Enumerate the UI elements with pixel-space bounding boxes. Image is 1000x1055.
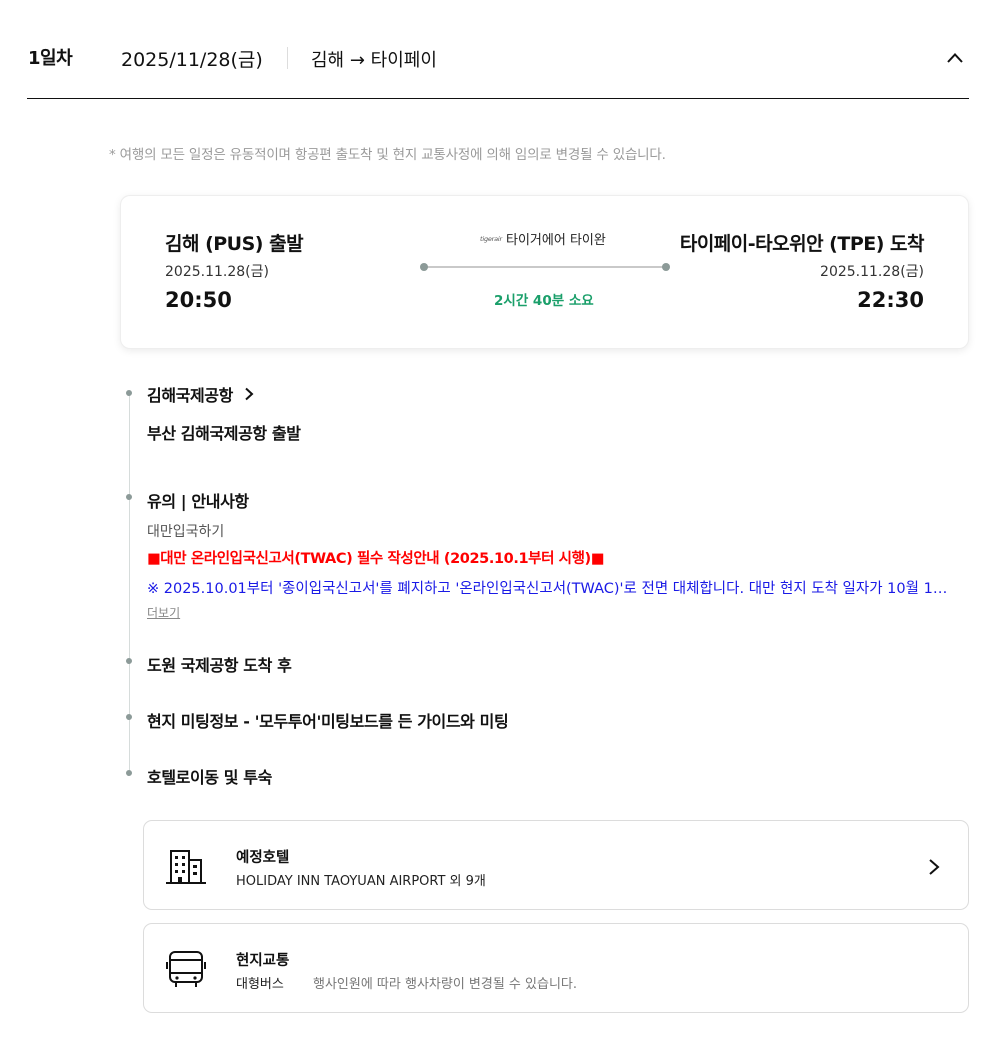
header-divider (287, 47, 288, 69)
route-end-dot (662, 263, 670, 271)
notice-subtitle-wrap: 대만입국하기 (147, 521, 224, 541)
arrival-step: 도원 국제공항 도착 후 (147, 656, 292, 675)
meeting-step: 현지 미팅정보 - '모두투어'미팅보드를 든 가이드와 미팅 (147, 712, 509, 731)
airport-link[interactable]: 김해국제공항 (147, 382, 255, 406)
notice-title: 유의 | 안내사항 (147, 492, 249, 511)
route-start-dot (420, 263, 428, 271)
timeline-dot (126, 494, 132, 500)
day-label: 1일차 (28, 48, 73, 69)
airline-name: 타이거에어 타이완 (506, 233, 606, 248)
transport-type: 대형버스 (236, 977, 284, 992)
twac-notice: ■대만 온라인입국신고서(TWAC) 필수 작성안내 (2025.10.1부터 … (147, 551, 605, 567)
more-wrap: 더보기 (147, 602, 180, 621)
hotel-card-title: 예정호텔 (236, 850, 290, 866)
chevron-right-icon (245, 387, 254, 401)
hotel-step: 호텔로이동 및 투숙 (147, 768, 272, 787)
timeline-dot (126, 770, 132, 776)
arrival-time: 22:30 (857, 288, 924, 312)
arrival-city: 타이페이-타오위안 (TPE) 도착 (679, 233, 925, 255)
more-link[interactable]: 더보기 (147, 606, 180, 620)
flight-duration: 2시간 40분 소요 (494, 293, 594, 309)
arrival-date: 2025.11.28(금) (820, 264, 924, 280)
twac-detail: ※ 2025.10.01부터 '종이입국신고서'를 폐지하고 '온라인입국신고서… (147, 581, 959, 597)
departure-city: 김해 (PUS) 출발 (165, 233, 304, 255)
transport-note: 행사인원에 따라 행사차량이 변경될 수 있습니다. (313, 977, 577, 992)
notice-subtitle: 대만입국하기 (147, 524, 225, 540)
flight-route-line (420, 263, 670, 271)
airport-name: 김해국제공항 (147, 386, 233, 405)
notice-blue-wrap: ※ 2025.10.01부터 '종이입국신고서'를 폐지하고 '온라인입국신고서… (147, 577, 959, 598)
timeline-item-arrival: 도원 국제공항 도착 후 (147, 652, 292, 676)
schedule-notice: * 여행의 모든 일정은 유동적이며 항공편 출도착 및 현지 교통사정에 의해… (109, 147, 666, 163)
timeline-item-notice: 유의 | 안내사항 (147, 488, 249, 512)
day-header: 1일차 2025/11/28(금) 김해 → 타이페이 (27, 0, 969, 99)
bus-icon (166, 951, 206, 987)
collapse-button[interactable] (943, 46, 967, 70)
departure-time: 20:50 (165, 288, 232, 312)
chevron-right-icon (929, 859, 940, 875)
day-date: 2025/11/28(금) (121, 49, 263, 71)
airline-logo: tigerair (480, 234, 503, 243)
airport-description: 부산 김해국제공항 출발 (147, 424, 301, 443)
hotel-name: HOLIDAY INN TAOYUAN AIRPORT 외 9개 (236, 874, 486, 889)
timeline-dot (126, 658, 132, 664)
departure-date: 2025.11.28(금) (165, 264, 269, 280)
timeline-dot (126, 390, 132, 396)
timeline-item-hotel: 호텔로이동 및 투숙 (147, 764, 272, 788)
hotel-card[interactable]: 예정호텔 HOLIDAY INN TAOYUAN AIRPORT 외 9개 (143, 820, 969, 910)
timeline-dot (126, 714, 132, 720)
airline: tigerair 타이거에어 타이완 (480, 229, 606, 248)
timeline-item-airport: 김해국제공항 (147, 382, 255, 406)
building-icon (166, 850, 206, 884)
timeline-item-meeting: 현지 미팅정보 - '모두투어'미팅보드를 든 가이드와 미팅 (147, 708, 509, 732)
chevron-up-icon (947, 53, 963, 63)
day-route: 김해 → 타이페이 (311, 50, 437, 71)
transport-card-title: 현지교통 (236, 953, 290, 969)
flight-card: 김해 (PUS) 출발 2025.11.28(금) 20:50 tigerair… (120, 195, 969, 349)
notice-red-wrap: ■대만 온라인입국신고서(TWAC) 필수 작성안내 (2025.10.1부터 … (147, 547, 604, 568)
transport-card: 현지교통 대형버스 행사인원에 따라 행사차량이 변경될 수 있습니다. (143, 923, 969, 1013)
